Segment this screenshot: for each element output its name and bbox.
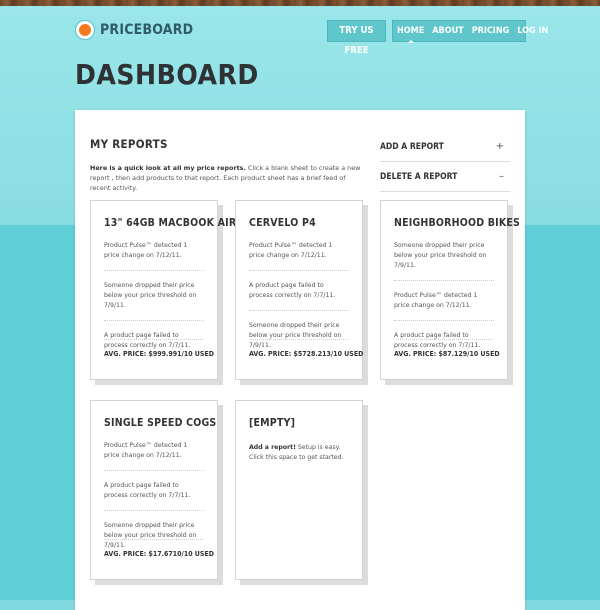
- empty-card-text: Add a report! Setup is easy. Click this …: [249, 443, 349, 463]
- feed-item: A product page failed to process correct…: [104, 481, 204, 511]
- feed-item: Someone dropped their price below your p…: [104, 281, 204, 321]
- feed-item: Someone dropped their price below your p…: [394, 241, 494, 281]
- reports-heading: MY REPORTS: [90, 137, 168, 151]
- empty-card-cta: Add a report!: [249, 444, 296, 451]
- brand-name: PRICEBOARD: [100, 22, 194, 38]
- card-title: 13" 64GB MACBOOK AIR: [104, 217, 237, 229]
- nav-login[interactable]: LOG IN: [513, 26, 552, 36]
- page-title: DASHBOARD: [75, 58, 259, 91]
- usage-count: 10/10 USED: [172, 550, 214, 558]
- empty-report-card[interactable]: [EMPTY] Add a report! Setup is easy. Cli…: [235, 400, 363, 580]
- feed-item: Product Pulse™ detected 1 price change o…: [104, 441, 204, 471]
- usage-count: 1/10 USED: [177, 350, 214, 358]
- avg-price: AVG. PRICE: $999.99: [104, 350, 178, 358]
- report-card-single-speed-cogs[interactable]: SINGLE SPEED COGS Product Pulse™ detecte…: [90, 400, 218, 580]
- usage-count: 3/10 USED: [326, 350, 364, 358]
- report-actions: ADD A REPORT + DELETE A REPORT –: [380, 132, 510, 192]
- reports-intro: Here is a quick look at all my price rep…: [90, 163, 365, 193]
- avg-price: AVG. PRICE: $17.67: [104, 550, 173, 558]
- feed-item: Product Pulse™ detected 1 price change o…: [104, 241, 204, 271]
- card-title: NEIGHBORHOOD BIKES: [394, 217, 521, 229]
- card-title: SINGLE SPEED COGS: [104, 417, 217, 429]
- card-title: CERVELO P4: [249, 217, 316, 229]
- card-title: [EMPTY]: [249, 417, 296, 429]
- try-free-button[interactable]: TRY US FREE: [327, 20, 386, 56]
- feed-item: Product Pulse™ detected 1 price change o…: [249, 241, 349, 271]
- add-report-button[interactable]: ADD A REPORT +: [380, 132, 510, 162]
- intro-bold: Here is a quick look at all my price rep…: [90, 164, 246, 172]
- card-footer: AVG. PRICE: $999.99 1/10 USED: [104, 339, 214, 358]
- report-card-neighborhood-bikes[interactable]: NEIGHBORHOOD BIKES Someone dropped their…: [380, 200, 521, 380]
- add-report-label: ADD A REPORT: [380, 141, 444, 152]
- feed-item: Product Pulse™ detected 1 price change o…: [394, 291, 494, 321]
- delete-report-label: DELETE A REPORT: [380, 171, 458, 182]
- main-nav: HOME ABOUT PRICING LOG IN: [392, 20, 548, 43]
- report-card-macbook[interactable]: 13" 64GB MACBOOK AIR Product Pulse™ dete…: [90, 200, 237, 380]
- brand-logo[interactable]: PRICEBOARD: [76, 19, 193, 41]
- delete-report-button[interactable]: DELETE A REPORT –: [380, 162, 510, 192]
- feed-item: A product page failed to process correct…: [249, 281, 349, 311]
- minus-icon[interactable]: –: [499, 171, 510, 182]
- card-footer: AVG. PRICE: $5728.21 3/10 USED: [249, 339, 363, 358]
- plus-icon[interactable]: +: [496, 141, 510, 152]
- reports-panel: MY REPORTS Here is a quick look at all m…: [75, 110, 525, 610]
- usage-count: 9/10 USED: [462, 350, 500, 358]
- card-footer: AVG. PRICE: $87.12 9/10 USED: [394, 339, 500, 358]
- nav-home[interactable]: HOME: [393, 26, 428, 43]
- nav-about[interactable]: ABOUT: [428, 26, 467, 36]
- avg-price: AVG. PRICE: $87.12: [394, 350, 463, 358]
- card-footer: AVG. PRICE: $17.67 10/10 USED: [104, 539, 214, 558]
- avg-price: AVG. PRICE: $5728.21: [249, 350, 327, 358]
- report-card-cervelo[interactable]: CERVELO P4 Product Pulse™ detected 1 pri…: [235, 200, 363, 380]
- brand-dot-icon: [76, 21, 94, 39]
- nav-pricing[interactable]: PRICING: [468, 26, 514, 36]
